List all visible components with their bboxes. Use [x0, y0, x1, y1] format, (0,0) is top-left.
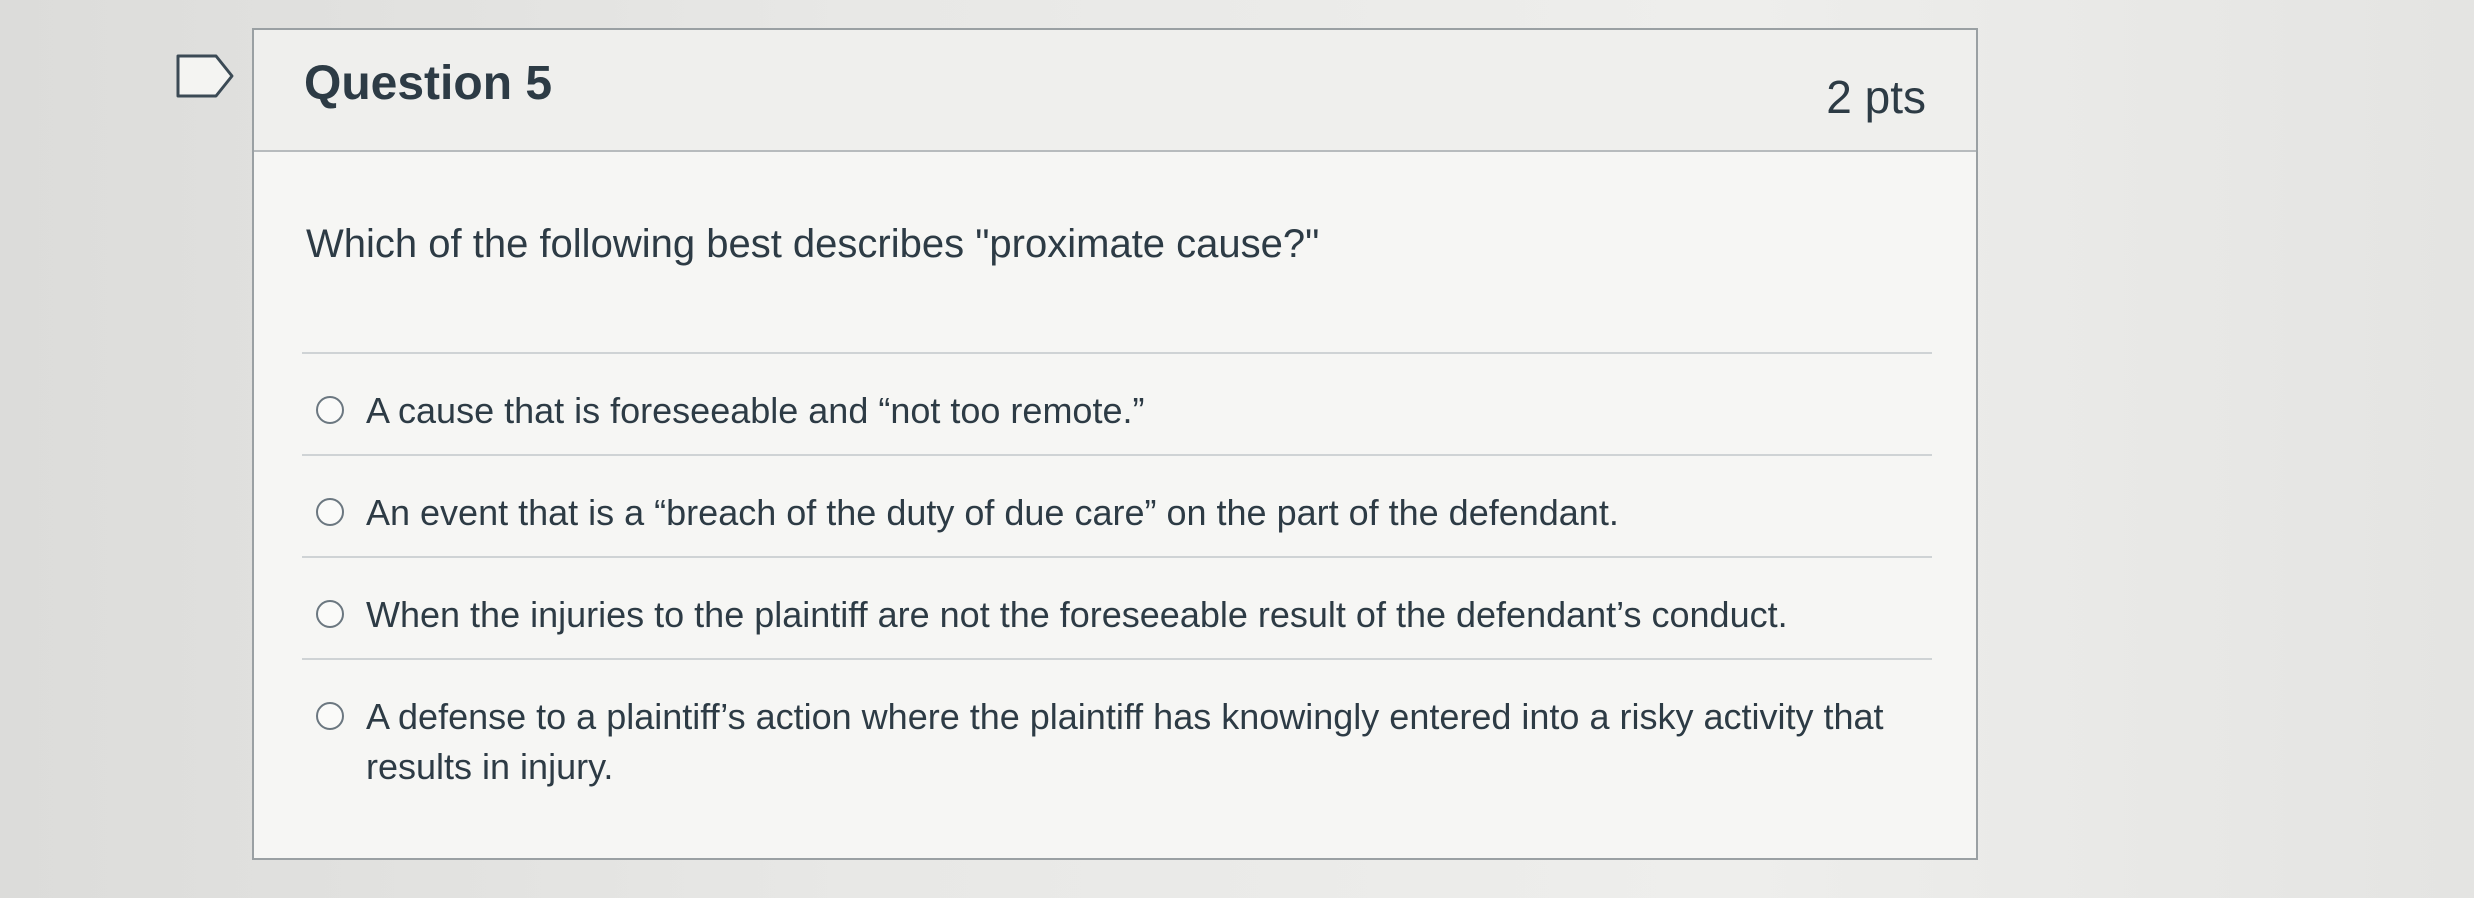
answer-label[interactable]: A defense to a plaintiff’s action where …	[366, 692, 1886, 792]
question-text: Which of the following best describes "p…	[306, 222, 1320, 266]
answer-label[interactable]: A cause that is foreseeable and “not too…	[366, 386, 1886, 436]
divider	[302, 352, 1932, 354]
radio-button[interactable]	[316, 498, 344, 526]
question-points: 2 pts	[1826, 71, 1926, 123]
question-header: Question 5 2 pts	[254, 30, 1976, 152]
answer-label[interactable]: An event that is a “breach of the duty o…	[366, 488, 1886, 538]
bookmark-flag-icon[interactable]	[176, 54, 236, 98]
divider	[302, 454, 1932, 456]
radio-button[interactable]	[316, 702, 344, 730]
question-card: Question 5 2 pts Which of the following …	[252, 28, 1978, 860]
divider	[302, 658, 1932, 660]
question-title: Question 5	[304, 57, 553, 110]
radio-button[interactable]	[316, 600, 344, 628]
radio-button[interactable]	[316, 396, 344, 424]
answer-label[interactable]: When the injuries to the plaintiff are n…	[366, 590, 1886, 640]
divider	[302, 556, 1932, 558]
